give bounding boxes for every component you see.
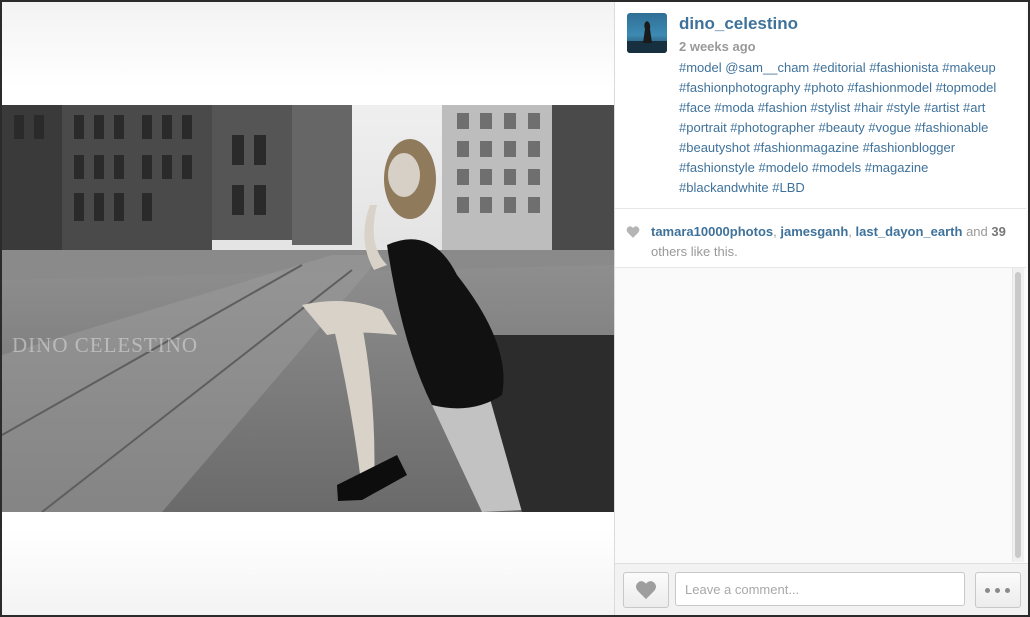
- like-button[interactable]: [623, 572, 669, 608]
- post-photo[interactable]: DINO CELESTINO: [2, 105, 614, 512]
- ellipsis-icon: [995, 588, 1000, 593]
- likes-others-count[interactable]: 39: [991, 224, 1005, 239]
- comment-footer: [615, 563, 1028, 615]
- comments-scrollbar[interactable]: [1012, 268, 1024, 562]
- post-modal: DINO CELESTINO dino_celestino 2 weeks ag…: [2, 2, 1028, 615]
- likes-block: tamara10000photos, jamesganh, last_dayon…: [615, 209, 1026, 268]
- photo-watermark: DINO CELESTINO: [12, 333, 199, 357]
- like-user-link[interactable]: tamara10000photos: [651, 224, 773, 239]
- comment-input[interactable]: [675, 572, 965, 606]
- post-timestamp[interactable]: 2 weeks ago: [679, 39, 756, 54]
- comments-list: [615, 268, 1026, 564]
- more-options-button[interactable]: [975, 572, 1021, 608]
- post-username[interactable]: dino_celestino: [679, 14, 798, 34]
- media-pane: DINO CELESTINO: [2, 2, 615, 615]
- like-user-link[interactable]: jamesganh: [780, 224, 848, 239]
- post-caption[interactable]: #model @sam__cham #editorial #fashionist…: [679, 58, 1019, 198]
- likes-others-text: others like this.: [651, 244, 738, 259]
- ellipsis-icon: [985, 588, 990, 593]
- scrollbar-thumb[interactable]: [1015, 272, 1021, 558]
- ellipsis-icon: [1005, 588, 1010, 593]
- heart-icon: [636, 581, 656, 600]
- post-details-pane: dino_celestino 2 weeks ago #model @sam__…: [615, 2, 1028, 615]
- heart-icon: [626, 226, 640, 238]
- like-separator: ,: [848, 224, 856, 239]
- caption-block: dino_celestino 2 weeks ago #model @sam__…: [615, 2, 1026, 209]
- likes-summary: tamara10000photos, jamesganh, last_dayon…: [651, 222, 1021, 262]
- avatar[interactable]: [627, 13, 667, 53]
- like-user-link[interactable]: last_dayon_earth: [856, 224, 963, 239]
- likes-and-text: and: [966, 224, 988, 239]
